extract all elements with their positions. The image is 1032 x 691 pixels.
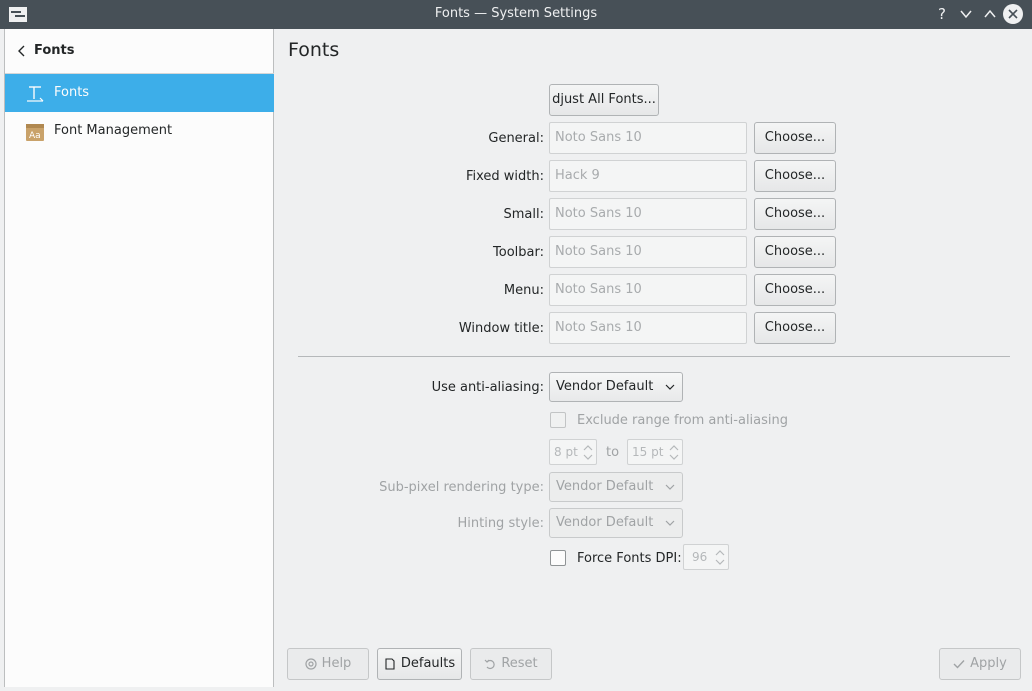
window-title: Fonts — System Settings <box>434 6 598 21</box>
exclude-from-value: 8 pt <box>554 445 578 459</box>
toolbar-choose-button[interactable]: Choose... <box>754 236 836 268</box>
apply-button-label: Apply <box>970 656 1007 671</box>
help-button-label: Help <box>321 656 352 671</box>
hinting-combo[interactable]: Vendor Default <box>549 508 683 538</box>
general-choose-button[interactable]: Choose... <box>754 122 836 154</box>
main-panel: Fonts djust All Fonts... General: Noto S… <box>275 29 1032 691</box>
reset-button[interactable]: Reset <box>470 648 552 680</box>
page-title: Fonts <box>288 39 340 61</box>
exclude-range-checkbox[interactable] <box>550 412 566 428</box>
menu-font-field: Noto Sans 10 <box>549 274 747 306</box>
fixed-width-choose-button[interactable]: Choose... <box>754 160 836 192</box>
antialiasing-label: Use anti-aliasing: <box>431 380 544 395</box>
small-label: Small: <box>503 207 545 222</box>
exclude-to-spinbox[interactable]: 15 pt <box>627 439 683 465</box>
sidebar-item-label: Fonts <box>54 85 90 100</box>
toolbar-font-field: Noto Sans 10 <box>549 236 747 268</box>
adjust-all-fonts-button[interactable]: djust All Fonts... <box>549 84 659 116</box>
chevron-down-icon <box>665 520 675 526</box>
sidebar: Fonts Fonts Aa Font Management <box>4 29 274 687</box>
help-icon[interactable]: ? <box>932 4 952 24</box>
spin-down-icon[interactable] <box>669 453 679 461</box>
spin-down-icon[interactable] <box>583 453 593 461</box>
toolbar-label: Toolbar: <box>493 245 544 260</box>
help-lifebuoy-icon <box>305 657 317 670</box>
document-defaults-icon <box>385 657 395 670</box>
subpixel-label: Sub-pixel rendering type: <box>379 480 544 495</box>
fonts-icon <box>27 86 44 102</box>
spin-up-icon[interactable] <box>715 549 725 557</box>
help-button[interactable]: Help <box>287 648 369 680</box>
fixed-width-label: Fixed width: <box>465 169 544 184</box>
window-titlebar: Fonts — System Settings ? <box>0 0 1032 29</box>
fixed-width-font-field: Hack 9 <box>549 160 747 192</box>
subpixel-value: Vendor Default <box>556 479 654 494</box>
sidebar-item-font-management[interactable]: Aa Font Management <box>5 112 274 150</box>
general-label: General: <box>488 131 544 146</box>
spin-down-icon[interactable] <box>715 558 725 566</box>
antialiasing-combo[interactable]: Vendor Default <box>549 372 683 402</box>
maximize-icon[interactable] <box>980 4 1000 24</box>
sidebar-back-label[interactable]: Fonts <box>34 43 75 58</box>
hinting-value: Vendor Default <box>556 515 654 530</box>
small-choose-button[interactable]: Choose... <box>754 198 836 230</box>
apply-button[interactable]: Apply <box>939 648 1021 680</box>
exclude-range-label: Exclude range from anti-aliasing <box>577 413 789 428</box>
undo-icon <box>484 659 496 669</box>
spin-up-icon[interactable] <box>583 444 593 452</box>
chevron-left-icon[interactable] <box>16 43 28 59</box>
spin-up-icon[interactable] <box>669 444 679 452</box>
antialiasing-value: Vendor Default <box>556 379 654 394</box>
to-label: to <box>606 445 620 460</box>
svg-text:Aa: Aa <box>29 131 41 141</box>
reset-button-label: Reset <box>501 656 538 671</box>
defaults-button[interactable]: Defaults <box>377 648 462 680</box>
font-management-icon: Aa <box>26 124 44 141</box>
minimize-icon[interactable] <box>956 4 976 24</box>
subpixel-combo[interactable]: Vendor Default <box>549 472 683 502</box>
checkmark-icon <box>953 659 965 669</box>
menu-label: Menu: <box>503 283 544 298</box>
window-title-choose-button[interactable]: Choose... <box>754 312 836 344</box>
exclude-to-value: 15 pt <box>632 445 664 459</box>
menu-choose-button[interactable]: Choose... <box>754 274 836 306</box>
close-icon[interactable] <box>1003 4 1023 24</box>
section-divider <box>298 356 1010 357</box>
sidebar-item-fonts[interactable]: Fonts <box>5 74 274 112</box>
window-title-label: Window title: <box>458 321 544 336</box>
force-dpi-value: 96 <box>692 550 708 564</box>
force-dpi-spinbox[interactable]: 96 <box>683 544 729 570</box>
window-title-font-field: Noto Sans 10 <box>549 312 747 344</box>
force-dpi-checkbox[interactable] <box>550 550 566 566</box>
force-dpi-label: Force Fonts DPI: <box>577 551 682 566</box>
defaults-button-label: Defaults <box>400 656 456 671</box>
small-font-field: Noto Sans 10 <box>549 198 747 230</box>
hinting-label: Hinting style: <box>457 516 544 531</box>
sidebar-back-header[interactable]: Fonts <box>5 29 274 74</box>
sidebar-item-label: Font Management <box>54 123 173 138</box>
general-font-field: Noto Sans 10 <box>549 122 747 154</box>
exclude-from-spinbox[interactable]: 8 pt <box>549 439 597 465</box>
chevron-down-icon <box>665 384 675 390</box>
chevron-down-icon <box>665 484 675 490</box>
